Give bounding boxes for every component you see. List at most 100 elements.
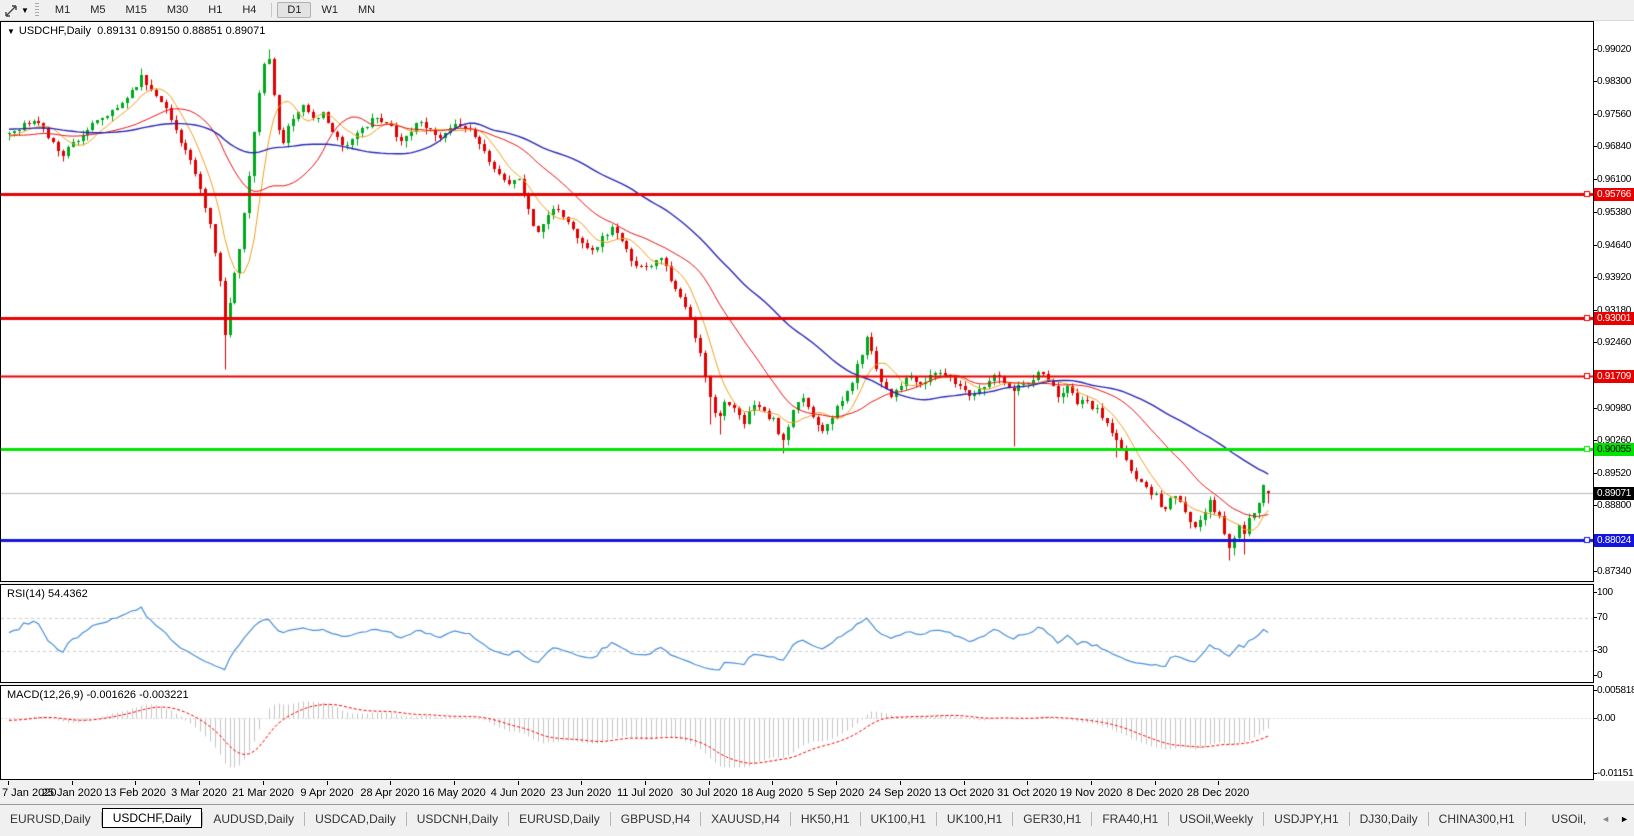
- chart-tab-eurusd-daily[interactable]: EURUSD,Daily: [509, 809, 610, 829]
- price-axis-tickmark: [1594, 49, 1597, 50]
- timeframe-button-mn[interactable]: MN: [348, 2, 385, 18]
- date-axis-tickmark: [263, 781, 264, 785]
- date-axis: 7 Jan 2020 25 Jan 2020 13 Feb 2020 3 Mar 20…: [0, 781, 1634, 803]
- chart-tab-uk100-h1[interactable]: UK100,H1: [861, 809, 936, 829]
- rsi-axis-tick: 30: [1597, 645, 1608, 657]
- chart-tab-usdjpy-h1[interactable]: USDJPY,H1: [1264, 809, 1348, 829]
- price-axis-tickmark: [1594, 277, 1597, 278]
- chart-tab-fra40-h1[interactable]: FRA40,H1: [1092, 809, 1168, 829]
- chart-tab-gbpusd-h4[interactable]: GBPUSD,H4: [611, 809, 700, 829]
- tab-separator: [1524, 812, 1526, 826]
- rsi-name: RSI(14): [7, 588, 45, 600]
- chart-tab-china300-h1[interactable]: CHINA300,H1: [1429, 809, 1525, 829]
- price-axis-column: 0.99020 0.98300 0.97560 0.96840 0.96100 0.953…: [1594, 21, 1634, 781]
- macd-axis-tickmark: [1594, 773, 1597, 774]
- date-axis-tickmark: [327, 781, 328, 785]
- price-axis-tickmark: [1594, 212, 1597, 213]
- chart-tab-overflow[interactable]: USOil,: [1541, 809, 1596, 829]
- timeframe-button-m30[interactable]: M30: [157, 2, 198, 18]
- price-axis-tickmark: [1594, 81, 1597, 82]
- chart-tab-xauusd-h4[interactable]: XAUUSD,H4: [701, 809, 790, 829]
- price-axis-tick: 0.89520: [1597, 468, 1632, 480]
- timeframe-button-h1[interactable]: H1: [198, 2, 232, 18]
- timeframe-buttons: M1 M5 M15 M30 H1 H4 D1 W1 MN: [45, 0, 385, 20]
- price-axis-tickmark: [1594, 571, 1597, 572]
- macd-axis-tick: -0.01151: [1597, 767, 1634, 779]
- chart-tab-audusd-daily[interactable]: AUDUSD,Daily: [203, 809, 304, 829]
- price-axis-tickmark: [1594, 245, 1597, 246]
- date-axis-label: 25 Jan 2020: [41, 787, 103, 799]
- price-axis-tickmark: [1594, 146, 1597, 147]
- macd-values: -0.001626 -0.003221: [86, 689, 189, 701]
- chart-tab-usdcnh-daily[interactable]: USDCNH,Daily: [407, 809, 508, 829]
- price-axis-tick: 0.99020: [1597, 44, 1632, 55]
- macd-name: MACD(12,26,9): [7, 689, 84, 701]
- rsi-axis-tickmark: [1594, 617, 1597, 618]
- hline-price-badge: 0.93001: [1594, 311, 1634, 325]
- date-axis-tickmark: [1091, 781, 1092, 785]
- price-axis-tickmark: [1594, 440, 1597, 441]
- price-axis-tick: 0.94640: [1597, 239, 1632, 251]
- macd-label: MACD(12,26,9) -0.001626 -0.003221: [7, 689, 189, 701]
- timeframe-toolbar: ▼ M1 M5 M15 M30 H1 H4 D1 W1 MN: [0, 0, 1634, 21]
- price-chart-canvas[interactable]: [1, 22, 1593, 581]
- price-axis-tick: 0.98300: [1597, 76, 1632, 88]
- price-axis-tick: 0.90980: [1597, 403, 1632, 415]
- date-axis-label: 13 Feb 2020: [104, 787, 166, 799]
- price-axis-tick: 0.93920: [1597, 271, 1632, 283]
- date-axis-label: 13 Oct 2020: [934, 787, 994, 799]
- price-axis-tickmark: [1594, 179, 1597, 180]
- chart-tab-usdchf-daily[interactable]: USDCHF,Daily: [101, 808, 203, 828]
- rsi-label: RSI(14) 54.4362: [7, 588, 88, 600]
- chart-ohlc-values: 0.89131 0.89150 0.88851 0.89071: [97, 25, 266, 37]
- chart-tab-uk100-h1[interactable]: UK100,H1: [937, 809, 1012, 829]
- timeframe-button-d1[interactable]: D1: [277, 2, 312, 18]
- date-axis-tickmark: [1218, 781, 1219, 785]
- date-axis-label: 28 Dec 2020: [1186, 787, 1250, 799]
- toolbar-grip-handle[interactable]: [34, 3, 39, 17]
- timeframe-button-h4[interactable]: H4: [232, 2, 266, 18]
- collapse-triangle-icon[interactable]: ▼: [7, 27, 15, 36]
- timeframe-button-m15[interactable]: M15: [115, 2, 156, 18]
- tab-scroll-right-icon[interactable]: ►: [1615, 814, 1634, 824]
- macd-chart-canvas[interactable]: [1, 686, 1593, 779]
- tab-overflow-group: USOil, ◄ ►: [1541, 809, 1634, 829]
- macd-axis-tick: 0.005818: [1597, 685, 1634, 697]
- chart-tab-ger30-h1[interactable]: GER30,H1: [1013, 809, 1091, 829]
- price-chart-panel: ▼ USDCHF,Daily 0.89131 0.89150 0.88851 0.…: [0, 21, 1594, 582]
- timeframe-button-w1[interactable]: W1: [311, 2, 348, 18]
- chart-tab-dj30-daily[interactable]: DJ30,Daily: [1350, 809, 1428, 829]
- rsi-chart-canvas[interactable]: [1, 585, 1593, 682]
- chart-cursor-icon[interactable]: [3, 3, 19, 17]
- price-axis-tick: 0.87340: [1597, 565, 1632, 577]
- date-axis-tickmark: [900, 781, 901, 785]
- date-axis-label: 19 Nov 2020: [1059, 787, 1123, 799]
- date-axis-tickmark: [772, 781, 773, 785]
- date-axis-label: 3 Mar 2020: [171, 787, 227, 799]
- price-axis-tick: 0.95380: [1597, 206, 1632, 218]
- chart-tab-usoil-weekly[interactable]: USOil,Weekly: [1169, 809, 1263, 829]
- chart-tab-eurusd-daily[interactable]: EURUSD,Daily: [0, 809, 101, 829]
- hline-price-badge: 0.90055: [1594, 443, 1634, 457]
- date-axis-label: 11 Jul 2020: [616, 787, 674, 799]
- timeframe-button-m5[interactable]: M5: [80, 2, 115, 18]
- mt4-terminal-window: ▼ M1 M5 M15 M30 H1 H4 D1 W1 MN ▼ USDCHF,Daily 0.8…: [0, 0, 1634, 836]
- rsi-indicator-panel: RSI(14) 54.4362: [0, 584, 1594, 683]
- tab-scroll-left-icon[interactable]: ◄: [1596, 814, 1615, 824]
- hline-price-badge: 0.88024: [1594, 534, 1634, 548]
- chart-tab-hk50-h1[interactable]: HK50,H1: [791, 809, 860, 829]
- date-axis-tickmark: [1027, 781, 1028, 785]
- date-axis-tickmark: [199, 781, 200, 785]
- date-axis-tickmark: [390, 781, 391, 785]
- price-axis-tick: 0.88800: [1597, 500, 1632, 512]
- date-axis-label: 5 Sep 2020: [807, 787, 865, 799]
- timeframe-button-m1[interactable]: M1: [45, 2, 80, 18]
- toolbar-separator: [271, 3, 273, 17]
- chart-tab-usdcad-daily[interactable]: USDCAD,Daily: [305, 809, 406, 829]
- tool-dropdown-caret-icon[interactable]: ▼: [21, 6, 29, 15]
- date-axis-label: 28 Apr 2020: [360, 787, 420, 799]
- hline-price-badge: 0.95766: [1594, 188, 1634, 202]
- macd-indicator-panel: MACD(12,26,9) -0.001626 -0.003221: [0, 685, 1594, 780]
- date-axis-label: 4 Jun 2020: [490, 787, 546, 799]
- macd-axis-tickmark: [1594, 690, 1597, 691]
